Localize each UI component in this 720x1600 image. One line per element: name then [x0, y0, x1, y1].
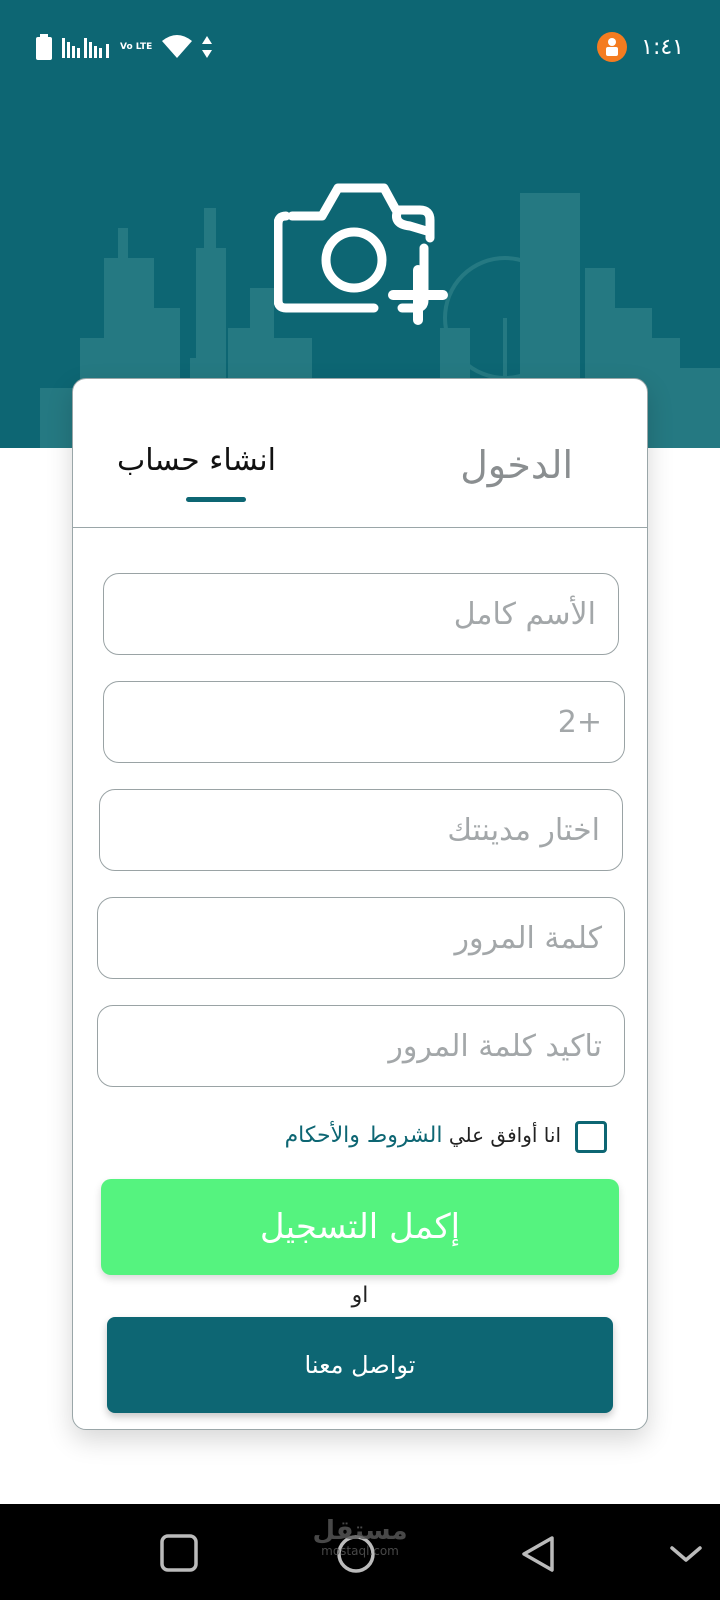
signal-icon [62, 38, 109, 58]
nav-collapse-icon[interactable] [664, 1532, 708, 1576]
watermark-arabic: مستقل [312, 1516, 408, 1546]
contact-us-button[interactable]: تواصل معنا [107, 1317, 613, 1413]
active-tab-indicator [186, 497, 246, 502]
terms-link[interactable]: الشروط والأحكام [285, 1123, 443, 1148]
volte-indicator: Vo LTE [120, 41, 153, 52]
status-right: ١:٤١ [597, 32, 684, 62]
notification-badge-icon [597, 32, 628, 62]
password-field[interactable]: كلمة المرور [97, 897, 625, 979]
full-name-placeholder: الأسم كامل [453, 596, 596, 632]
auth-card: الدخول انشاء حساب الأسم كامل +2 اختار مد… [72, 378, 648, 1430]
contact-us-label: تواصل معنا [304, 1351, 416, 1379]
camera-add-icon[interactable] [274, 180, 450, 332]
status-bar: Vo LTE ١:٤١ [0, 0, 720, 96]
confirm-password-placeholder: تاكيد كلمة المرور [388, 1028, 602, 1064]
terms-checkbox[interactable] [575, 1121, 607, 1153]
watermark-latin: mostaql.com [321, 1544, 399, 1558]
watermark-logo: مستقل mostaql.com [300, 1518, 420, 1558]
full-name-field[interactable]: الأسم كامل [103, 573, 619, 655]
tab-login[interactable]: الدخول [460, 443, 573, 487]
clock: ١:٤١ [641, 34, 684, 60]
wifi-icon [162, 35, 193, 58]
complete-registration-button[interactable]: إكمل التسجيل [101, 1179, 619, 1275]
battery-icon [36, 34, 52, 60]
terms-text: انا أوافق علي الشروط والأحكام [285, 1123, 561, 1148]
or-divider-text: او [351, 1283, 369, 1308]
recent-apps-icon[interactable] [158, 1532, 202, 1576]
confirm-password-field[interactable]: تاكيد كلمة المرور [97, 1005, 625, 1087]
data-arrows-icon [202, 36, 213, 58]
tab-register[interactable]: انشاء حساب [117, 443, 276, 478]
status-icons: Vo LTE [36, 34, 213, 60]
terms-prefix: انا أوافق علي [448, 1123, 561, 1147]
password-placeholder: كلمة المرور [454, 920, 602, 956]
terms-row: انا أوافق علي الشروط والأحكام [103, 1121, 607, 1161]
phone-prefix: +2 [557, 704, 602, 740]
back-icon[interactable] [516, 1532, 560, 1576]
phone-field[interactable]: +2 [103, 681, 625, 763]
city-select[interactable]: اختار مدينتك [99, 789, 623, 871]
complete-registration-label: إكمل التسجيل [259, 1207, 461, 1247]
city-placeholder: اختار مدينتك [447, 812, 600, 848]
auth-tabs: الدخول انشاء حساب [73, 379, 647, 528]
